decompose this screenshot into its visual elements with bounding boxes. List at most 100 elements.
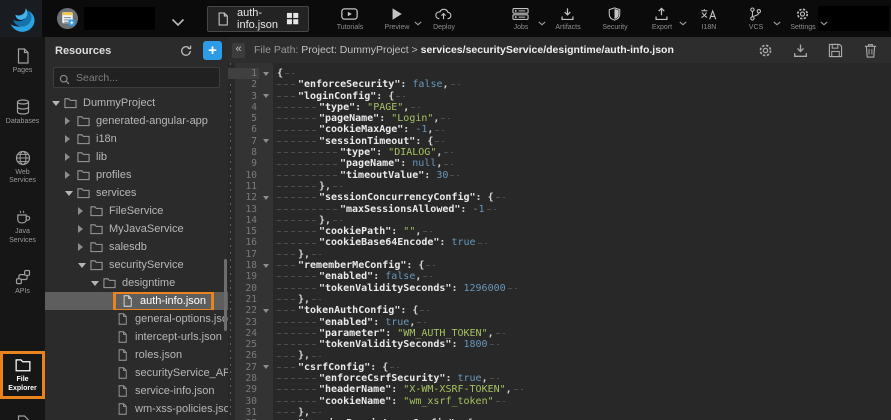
editor-settings-button[interactable] — [758, 43, 773, 58]
tree-item-wm-xss-policies-json[interactable]: wm-xss-policies.json — [45, 400, 228, 418]
code-line[interactable]: 3"loginConfig": { — [228, 91, 891, 102]
code-line[interactable]: 4"type": "PAGE", — [228, 102, 891, 113]
code-editor[interactable]: 1{2"enforceSecurity": false,3"loginConfi… — [228, 63, 891, 420]
code-line[interactable]: 28"enforceCsrfSecurity": true, — [228, 373, 891, 384]
toolbar-settings-button[interactable]: Settings — [788, 6, 818, 31]
expand-arrow-icon[interactable] — [78, 225, 90, 233]
tree-item-securityservice[interactable]: securityService — [45, 256, 228, 274]
fold-toggle-icon[interactable] — [259, 72, 272, 76]
tree-item-services[interactable]: services — [45, 184, 228, 202]
search-input[interactable] — [53, 67, 220, 88]
collapse-arrow-icon[interactable] — [52, 101, 64, 106]
code-line[interactable]: 1{ — [228, 68, 891, 79]
fold-toggle-icon[interactable] — [259, 196, 272, 200]
tree-item-generated-angular-app[interactable]: generated-angular-app — [45, 112, 228, 130]
toolbar-vcs-button[interactable]: VCS — [741, 6, 771, 31]
tree-item-dummyproject[interactable]: DummyProject — [45, 94, 228, 112]
fold-toggle-icon[interactable] — [259, 309, 272, 313]
code-line[interactable]: 12"sessionConcurrencyConfig": { — [228, 192, 891, 203]
code-line[interactable]: 9"pageName": null, — [228, 158, 891, 169]
tree-item-auth-info-json[interactable]: auth-info.json — [45, 292, 228, 310]
code-line[interactable]: 23"enabled": true, — [228, 317, 891, 328]
toolbar-export-button[interactable]: Export — [647, 6, 677, 31]
fold-toggle-icon[interactable] — [259, 139, 272, 143]
code-line[interactable]: 30"cookieName": "wm_xsrf_token" — [228, 396, 891, 407]
code-line[interactable]: 16"cookieBase64Encode": true — [228, 237, 891, 248]
tree-item-lib[interactable]: lib — [45, 148, 228, 166]
tree-item-i18n[interactable]: i18n — [45, 130, 228, 148]
code-line[interactable]: 22"tokenAuthConfig": { — [228, 305, 891, 316]
app-logo[interactable] — [0, 0, 42, 37]
download-file-button[interactable] — [793, 43, 808, 58]
code-line[interactable]: 21}, — [228, 294, 891, 305]
toolbar-label: Settings — [790, 24, 815, 31]
tree-item-salesdb[interactable]: salesdb — [45, 238, 228, 256]
fold-toggle-icon[interactable] — [259, 94, 272, 98]
tree-item-securityservice-api-json[interactable]: securityService_API.json — [45, 364, 228, 382]
open-file-tab[interactable]: auth-info.json — [207, 6, 309, 32]
tree-item-profiles[interactable]: profiles — [45, 166, 228, 184]
code-line[interactable]: 14}, — [228, 215, 891, 226]
code-line[interactable]: 24"parameter": "WM_AUTH_TOKEN", — [228, 328, 891, 339]
code-line[interactable]: 31}, — [228, 407, 891, 418]
code-line[interactable]: 6"cookieMaxAge": -1, — [228, 124, 891, 135]
collapse-arrow-icon[interactable] — [65, 191, 77, 196]
sidebar-item-file-explorer[interactable]: File Explorer — [0, 352, 45, 398]
resources-scrollbar[interactable] — [224, 259, 227, 331]
tree-item-fileservice[interactable]: FileService — [45, 202, 228, 220]
code-line[interactable]: 20"tokenValiditySeconds": 1296000 — [228, 283, 891, 294]
tree-item-myjavaservice[interactable]: MyJavaService — [45, 220, 228, 238]
expand-arrow-icon[interactable] — [65, 135, 77, 143]
code-line[interactable]: 11}, — [228, 181, 891, 192]
expand-arrow-icon[interactable] — [65, 117, 77, 125]
refresh-resources-button[interactable] — [177, 42, 195, 60]
code-line[interactable]: 15"cookiePath": "", — [228, 226, 891, 237]
collapse-arrow-icon[interactable] — [91, 281, 103, 286]
code-line[interactable]: 7"sessionTimeout": { — [228, 136, 891, 147]
toolbar-preview-button[interactable]: Preview — [382, 6, 412, 31]
expand-arrow-icon[interactable] — [65, 171, 77, 179]
toolbar-jobs-button[interactable]: Jobs — [506, 6, 536, 31]
toolbar-security-button[interactable]: Security — [600, 6, 630, 31]
fold-toggle-icon[interactable] — [259, 264, 272, 268]
code-line[interactable]: 19"enabled": false, — [228, 271, 891, 282]
toolbar-i18n-button[interactable]: I18N — [694, 6, 724, 31]
expand-arrow-icon[interactable] — [78, 207, 90, 215]
code-line[interactable]: 17}, — [228, 249, 891, 260]
code-line[interactable]: 18"rememberMeConfig": { — [228, 260, 891, 271]
collapse-panel-button[interactable]: « — [232, 43, 245, 58]
code-line[interactable]: 25"tokenValiditySeconds": 1800 — [228, 339, 891, 350]
grid-icon[interactable] — [286, 12, 299, 25]
collapse-arrow-icon[interactable] — [78, 263, 90, 268]
code-line[interactable]: 29"headerName": "X-WM-XSRF-TOKEN", — [228, 384, 891, 395]
save-file-button[interactable] — [828, 43, 843, 58]
code-line[interactable]: 8"type": "DIALOG", — [228, 147, 891, 158]
toolbar-tutorials-button[interactable]: Tutorials — [335, 6, 365, 31]
tree-item-general-options-json[interactable]: general-options.json — [45, 310, 228, 328]
tree-item-designtime[interactable]: designtime — [45, 274, 228, 292]
sidebar-item-logs[interactable]: Logs — [0, 410, 45, 420]
sidebar-item-java-services[interactable]: Java Services — [0, 204, 45, 250]
code-line[interactable]: 5"pageName": "Login", — [228, 113, 891, 124]
code-line[interactable]: 13"maxSessionsAllowed": -1 — [228, 204, 891, 215]
project-chevron-down-icon[interactable] — [171, 14, 185, 24]
sidebar-item-databases[interactable]: Databases — [0, 94, 45, 131]
code-line[interactable]: 10"timeoutValue": 30 — [228, 170, 891, 181]
expand-arrow-icon[interactable] — [78, 243, 90, 251]
fold-toggle-icon[interactable] — [259, 365, 272, 369]
sidebar-item-pages[interactable]: Pages — [0, 43, 45, 80]
tree-item-service-info-json[interactable]: service-info.json — [45, 382, 228, 400]
expand-arrow-icon[interactable] — [65, 153, 77, 161]
toolbar-deploy-button[interactable]: Deploy — [429, 6, 459, 31]
toolbar-artifacts-button[interactable]: Artifacts — [553, 6, 583, 31]
delete-file-button[interactable] — [863, 43, 878, 58]
sidebar-item-web-services[interactable]: Web Services — [0, 145, 45, 191]
add-resource-button[interactable]: + — [203, 41, 222, 60]
sidebar-item-apis[interactable]: APIs — [0, 264, 45, 301]
code-line[interactable]: 2"enforceSecurity": false, — [228, 79, 891, 90]
code-line[interactable]: 27"csrfConfig": { — [228, 362, 891, 373]
tree-item-roles-json[interactable]: roles.json — [45, 346, 228, 364]
code-line[interactable]: 26}, — [228, 350, 891, 361]
project-avatar[interactable] — [56, 7, 79, 30]
tree-item-intercept-urls-json[interactable]: intercept-urls.json — [45, 328, 228, 346]
